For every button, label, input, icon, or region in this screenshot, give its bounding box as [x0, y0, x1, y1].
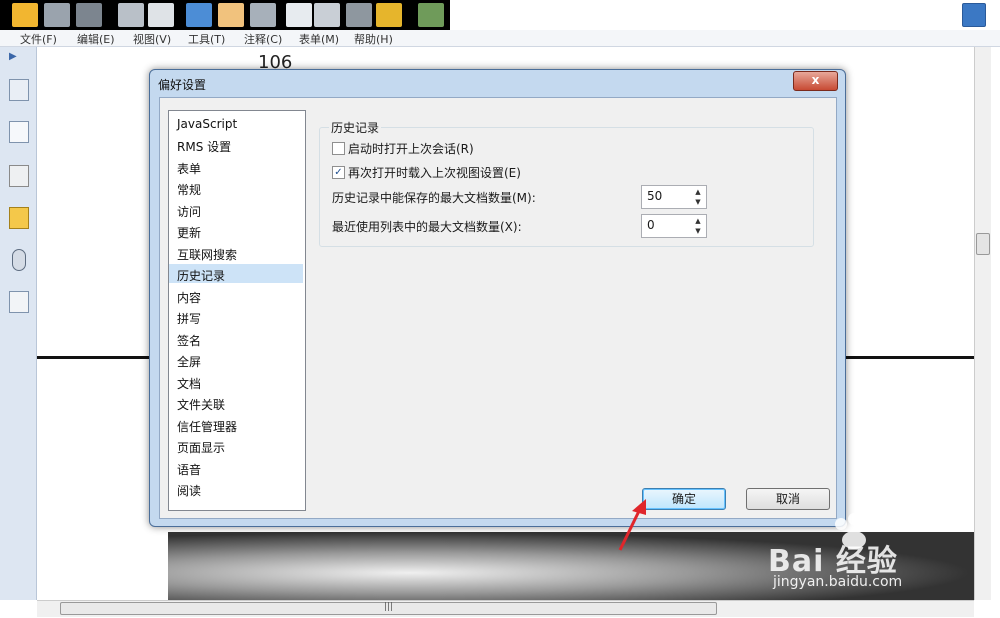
category-item[interactable]: 常规 — [177, 181, 201, 198]
annotation-arrow-icon — [618, 499, 646, 551]
category-item[interactable]: 拼写 — [177, 310, 201, 327]
select-tool-icon[interactable] — [286, 3, 312, 27]
menu-help[interactable]: 帮助(H) — [354, 31, 393, 47]
restore-session-label[interactable]: 启动时打开上次会话(R) — [348, 140, 474, 157]
pen-icon[interactable] — [418, 3, 444, 27]
reload-view-checkbox[interactable]: ✓ — [332, 166, 345, 179]
max-history-label: 历史记录中能保存的最大文档数量(M): — [332, 191, 536, 205]
category-item[interactable]: 表单 — [177, 160, 201, 177]
menu-tools[interactable]: 工具(T) — [188, 31, 225, 47]
spin-up-icon[interactable]: ▲ — [691, 216, 705, 226]
print-icon[interactable] — [76, 3, 102, 27]
signature-icon[interactable] — [9, 291, 29, 313]
attachment-icon[interactable] — [12, 249, 26, 271]
max-recent-label: 最近使用列表中的最大文档数量(X): — [332, 220, 522, 234]
max-recent-value[interactable]: 0 — [647, 218, 655, 232]
category-item[interactable]: 签名 — [177, 332, 201, 349]
category-item[interactable]: 更新 — [177, 224, 201, 241]
menu-file[interactable]: 文件(F) — [20, 31, 57, 47]
document-pages-icon[interactable] — [9, 121, 29, 143]
expand-arrow-icon[interactable]: ▶ — [9, 51, 27, 63]
hand-tool-icon[interactable] — [218, 3, 244, 27]
navigation-panel: ▶ — [0, 47, 37, 600]
menu-view[interactable]: 视图(V) — [133, 31, 171, 47]
zoom-icon[interactable] — [250, 3, 276, 27]
dialog-title: 偏好设置 — [158, 78, 207, 92]
category-item[interactable]: RMS 设置 — [177, 138, 231, 155]
spin-down-icon[interactable]: ▼ — [691, 226, 705, 236]
category-item[interactable]: 全屏 — [177, 353, 201, 370]
lock-rms-icon[interactable] — [376, 3, 402, 27]
group-title: 历史记录 — [329, 119, 382, 136]
category-item-selected[interactable]: 历史记录 — [177, 267, 225, 284]
category-item[interactable]: 阅读 — [177, 482, 201, 499]
spin-up-icon[interactable]: ▲ — [691, 187, 705, 197]
vertical-scroll-thumb[interactable] — [976, 233, 990, 255]
menu-bar: 文件(F) 编辑(E) 视图(V) 工具(T) 注释(C) 表单(M) 帮助(H… — [0, 30, 1000, 47]
main-toolbar — [0, 0, 450, 30]
max-history-stepper[interactable]: 50 ▲ ▼ — [641, 185, 707, 209]
vertical-scrollbar[interactable] — [974, 47, 991, 600]
close-button[interactable]: x — [793, 71, 838, 91]
menu-comments[interactable]: 注释(C) — [244, 31, 282, 47]
email-icon[interactable] — [148, 3, 174, 27]
open-folder-icon[interactable] — [12, 3, 38, 27]
max-recent-stepper[interactable]: 0 ▲ ▼ — [641, 214, 707, 238]
save-icon[interactable] — [44, 3, 70, 27]
category-item[interactable]: 信任管理器 — [177, 418, 237, 435]
pages-icon[interactable] — [9, 79, 29, 101]
comments-icon[interactable] — [9, 207, 29, 229]
fullscreen-icon[interactable] — [962, 3, 986, 27]
eraser-icon[interactable] — [9, 165, 29, 187]
restore-session-checkbox[interactable] — [332, 142, 345, 155]
document-icon[interactable] — [314, 3, 340, 27]
category-item[interactable]: JavaScript — [177, 117, 237, 131]
camera-icon[interactable] — [346, 3, 372, 27]
menu-forms[interactable]: 表单(M) — [299, 31, 339, 47]
category-item[interactable]: 文件关联 — [177, 396, 225, 413]
monitor-icon[interactable] — [186, 3, 212, 27]
reload-view-label[interactable]: 再次打开时载入上次视图设置(E) — [348, 164, 521, 181]
menu-edit[interactable]: 编辑(E) — [77, 31, 115, 47]
watermark-url: jingyan.baidu.com — [773, 574, 903, 590]
category-item[interactable]: 语音 — [177, 461, 201, 478]
category-item[interactable]: 文档 — [177, 375, 201, 392]
scroll-grip-icon: ||| — [384, 602, 394, 612]
printer-icon[interactable] — [118, 3, 144, 27]
cancel-button[interactable]: 取消 — [746, 488, 830, 510]
max-history-value[interactable]: 50 — [647, 189, 662, 203]
category-item[interactable]: 页面显示 — [177, 439, 225, 456]
category-item[interactable]: 互联网搜索 — [177, 246, 237, 263]
category-item[interactable]: 访问 — [177, 203, 201, 220]
category-item[interactable]: 内容 — [177, 289, 201, 306]
spin-down-icon[interactable]: ▼ — [691, 197, 705, 207]
